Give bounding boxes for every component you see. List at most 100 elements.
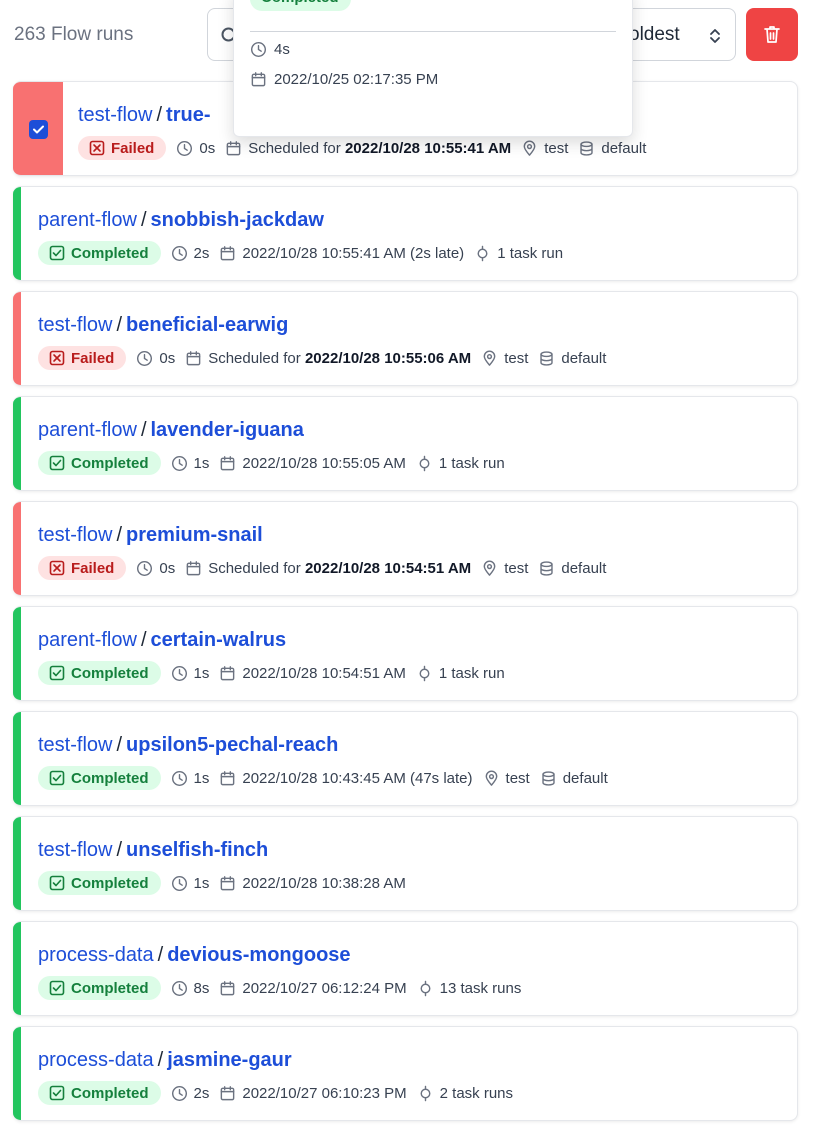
calendar-icon xyxy=(221,980,235,995)
start-time: 2022/10/27 06:12:24 PM xyxy=(219,980,407,997)
flow-name-link[interactable]: test-flow xyxy=(38,839,112,861)
state-bar xyxy=(13,817,21,910)
state-label: Failed xyxy=(71,559,115,577)
flow-run-name-link[interactable]: certain-walrus xyxy=(151,629,287,651)
clock-icon xyxy=(137,560,153,576)
popover-duration-value: 4s xyxy=(274,41,290,58)
flow-name-link[interactable]: test-flow xyxy=(38,734,112,756)
flow-run-card[interactable]: parent-flow / snobbish-jackdaw Completed 2s 2… xyxy=(13,186,798,281)
flow-run-meta: Failed 0s Scheduled for 2022/10/28 10:54:5… xyxy=(38,555,616,581)
task-run-icon xyxy=(477,245,488,261)
work-queue-value: test xyxy=(504,349,529,367)
storage-block[interactable]: default xyxy=(540,770,608,787)
state-badge: Completed xyxy=(38,451,161,475)
trash-icon xyxy=(764,26,780,43)
select-checkbox[interactable] xyxy=(29,120,48,139)
flow-name-link[interactable]: test-flow xyxy=(38,524,112,546)
work-queue[interactable]: test xyxy=(481,350,528,367)
flow-run-card[interactable]: process-data / devious-mongoose Completed 8s… xyxy=(13,921,798,1016)
flow-name-link[interactable]: process-data xyxy=(38,1049,154,1071)
clock-icon xyxy=(177,140,193,156)
start-time: 2022/10/28 10:54:51 AM xyxy=(219,665,406,682)
task-run-icon xyxy=(420,980,431,996)
work-queue[interactable]: test xyxy=(521,140,568,157)
flow-run-name-link[interactable]: jasmine-gaur xyxy=(167,1049,291,1071)
database-icon xyxy=(580,140,594,156)
clock-icon xyxy=(250,41,267,58)
calendar-icon xyxy=(186,560,201,575)
flow-run-name-link[interactable]: beneficial-earwig xyxy=(126,314,288,336)
duration: 0s xyxy=(176,140,215,157)
state-label: Completed xyxy=(71,244,149,262)
task-runs-link[interactable]: 1 task run xyxy=(474,245,563,262)
state-badge: Completed xyxy=(38,1081,161,1105)
flow-run-title: process-data / devious-mongoose xyxy=(38,944,351,967)
flow-run-title: parent-flow / lavender-iguana xyxy=(38,419,304,442)
flow-run-title: test-flow / beneficial-earwig xyxy=(38,314,288,337)
duration-value: 8s xyxy=(193,979,210,997)
storage-value: default xyxy=(561,559,607,577)
calendar-icon xyxy=(221,770,235,785)
work-queue[interactable]: test xyxy=(481,560,528,577)
flow-run-title: test-flow / upsilon5-pechal-reach xyxy=(38,734,338,757)
flow-name-link[interactable]: test-flow xyxy=(78,104,152,126)
duration: 2s xyxy=(171,245,209,262)
schedule-prefix: Scheduled for xyxy=(208,349,301,367)
sort-selected-value: oldest xyxy=(629,24,680,45)
storage-block[interactable]: default xyxy=(538,350,606,367)
start-time-value: 2022/10/28 10:55:05 AM xyxy=(242,454,406,472)
calendar-icon xyxy=(221,875,235,890)
flow-run-name-link[interactable]: unselfish-finch xyxy=(126,839,268,861)
start-time: Scheduled for 2022/10/28 10:55:06 AM xyxy=(185,350,471,367)
duration-value: 1s xyxy=(193,769,210,787)
title-separator: / xyxy=(116,839,123,861)
flow-name-link[interactable]: test-flow xyxy=(38,314,112,336)
flow-run-meta: Completed 1s 2022/10/28 10:43:45 AM (47s l… xyxy=(38,765,618,791)
task-runs-link[interactable]: 1 task run xyxy=(416,665,505,682)
popover-date-value: 2022/10/25 02:17:35 PM xyxy=(274,71,439,88)
flow-name-link[interactable]: parent-flow xyxy=(38,209,137,231)
flow-run-name-link[interactable]: premium-snail xyxy=(126,524,263,546)
flow-run-card[interactable]: test-flow / upsilon5-pechal-reach Completed… xyxy=(13,711,798,806)
flow-run-card[interactable]: parent-flow / certain-walrus Completed 1s 202… xyxy=(13,606,798,701)
flow-name-link[interactable]: parent-flow xyxy=(38,629,137,651)
start-time: Scheduled for 2022/10/28 10:54:51 AM xyxy=(185,560,471,577)
flow-run-card[interactable]: parent-flow / lavender-iguana Completed 1s 20… xyxy=(13,396,798,491)
flow-run-card[interactable]: test-flow / premium-snail Failed 0s Scheduled… xyxy=(13,501,798,596)
delete-button[interactable] xyxy=(746,8,798,61)
flow-name-link[interactable]: process-data xyxy=(38,944,154,966)
storage-block[interactable]: default xyxy=(538,560,606,577)
flow-run-name-link[interactable]: snobbish-jackdaw xyxy=(151,209,324,231)
x-square-icon xyxy=(89,140,105,156)
task-runs-link[interactable]: 13 task runs xyxy=(417,980,521,997)
task-run-icon xyxy=(420,1085,431,1101)
duration: 1s xyxy=(171,769,210,787)
duration: 2s xyxy=(171,1085,209,1102)
start-time: 2022/10/28 10:55:41 AM (2s late) xyxy=(219,245,464,262)
duration: 1s xyxy=(171,665,209,682)
storage-value: default xyxy=(561,349,607,367)
flow-run-name-link[interactable]: lavender-iguana xyxy=(151,419,304,441)
flow-run-card[interactable]: test-flow / beneficial-earwig Failed 0s Sched… xyxy=(13,291,798,386)
start-time: 2022/10/27 06:10:23 PM xyxy=(219,1085,407,1102)
flow-run-card[interactable]: test-flow / unselfish-finch Completed 1s 2022… xyxy=(13,816,798,911)
flow-name-link[interactable]: parent-flow xyxy=(38,419,137,441)
storage-block[interactable]: default xyxy=(578,140,646,157)
calendar-icon xyxy=(221,455,235,470)
flow-run-name-link[interactable]: upsilon5-pechal-reach xyxy=(126,734,338,756)
title-separator: / xyxy=(140,419,147,441)
flow-run-name-link[interactable]: true- xyxy=(166,104,210,126)
task-runs-link[interactable]: 2 task runs xyxy=(417,1085,513,1102)
start-time: 2022/10/28 10:55:05 AM xyxy=(219,454,406,472)
title-separator: / xyxy=(157,944,164,966)
state-badge: Completed xyxy=(38,976,161,1000)
work-queue[interactable]: test xyxy=(483,770,530,787)
clock-icon xyxy=(171,770,187,786)
state-badge: Completed xyxy=(38,766,161,790)
flow-run-card[interactable]: process-data / jasmine-gaur Completed 2s 2022… xyxy=(13,1026,798,1121)
duration: 1s xyxy=(171,875,209,892)
task-runs-link[interactable]: 1 task run xyxy=(416,455,505,472)
flow-run-name-link[interactable]: devious-mongoose xyxy=(167,944,350,966)
checkmark-icon xyxy=(33,125,44,134)
location-pin-icon xyxy=(485,770,497,786)
